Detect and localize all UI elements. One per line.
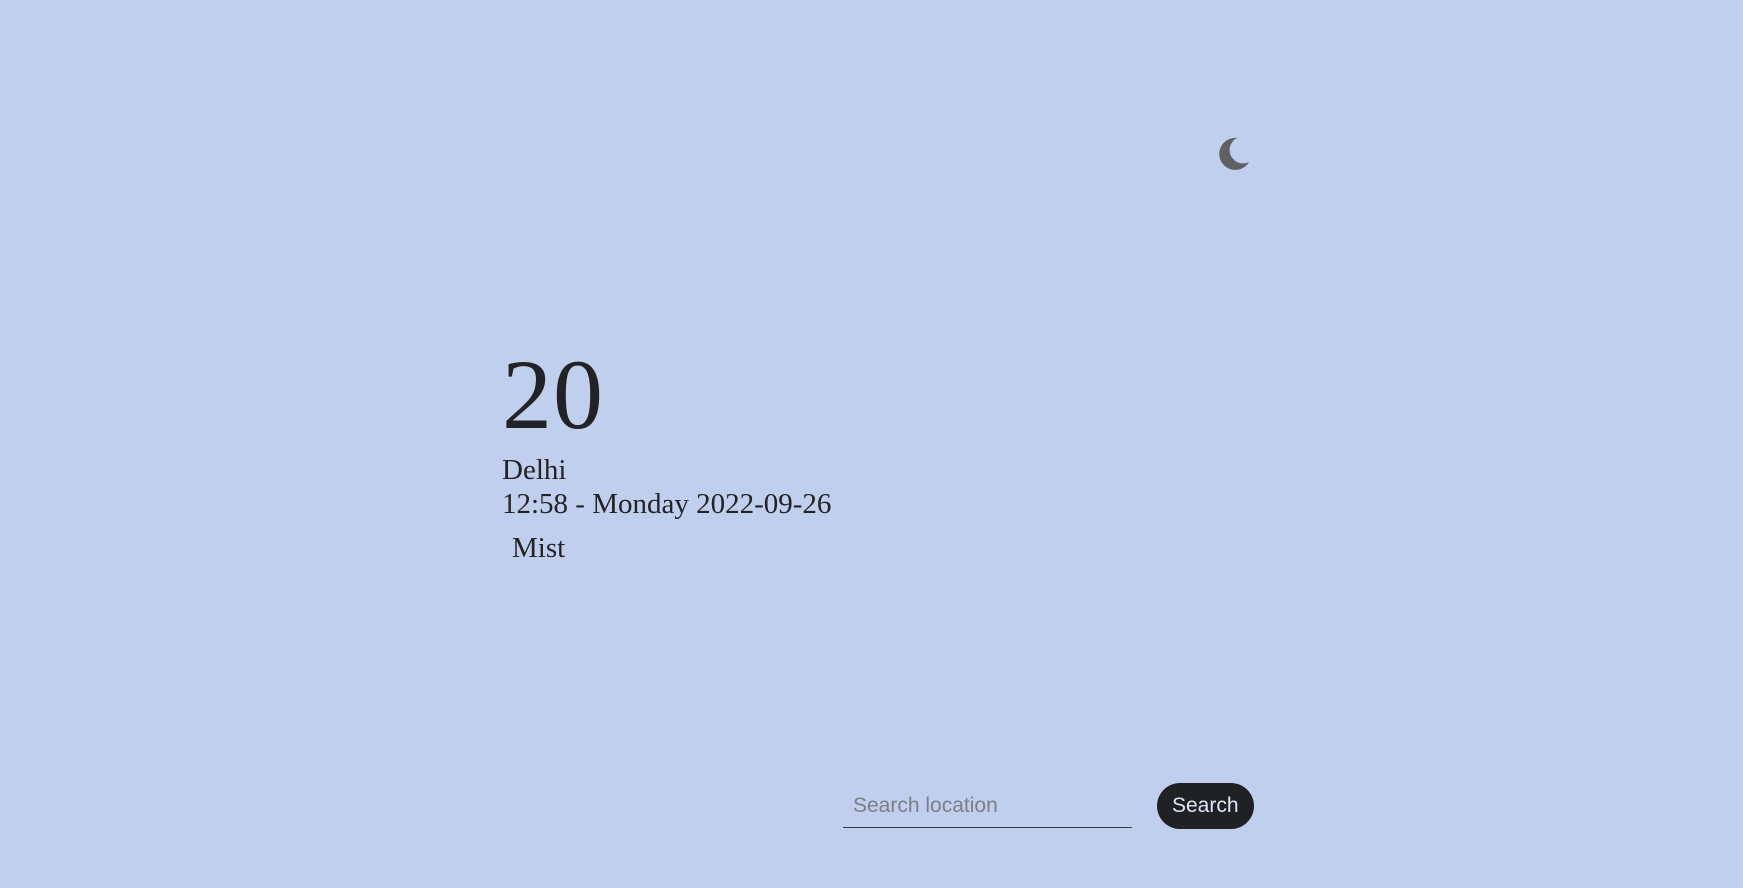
theme-toggle-button[interactable]	[1213, 134, 1253, 174]
weather-summary: 20 Delhi 12:58 - Monday 2022-09-26 Mist	[502, 340, 831, 565]
moon-icon	[1219, 137, 1249, 170]
weather-app: 20 Delhi 12:58 - Monday 2022-09-26 Mist …	[0, 0, 1743, 888]
search-button[interactable]: Search	[1157, 783, 1254, 829]
weather-condition: Mist	[512, 532, 566, 564]
city-name: Delhi	[502, 454, 567, 486]
date-time: 12:58 - Monday 2022-09-26	[502, 488, 832, 520]
temperature: 20	[502, 339, 604, 450]
search-bar: Search	[843, 783, 1254, 829]
search-input[interactable]	[843, 784, 1132, 828]
